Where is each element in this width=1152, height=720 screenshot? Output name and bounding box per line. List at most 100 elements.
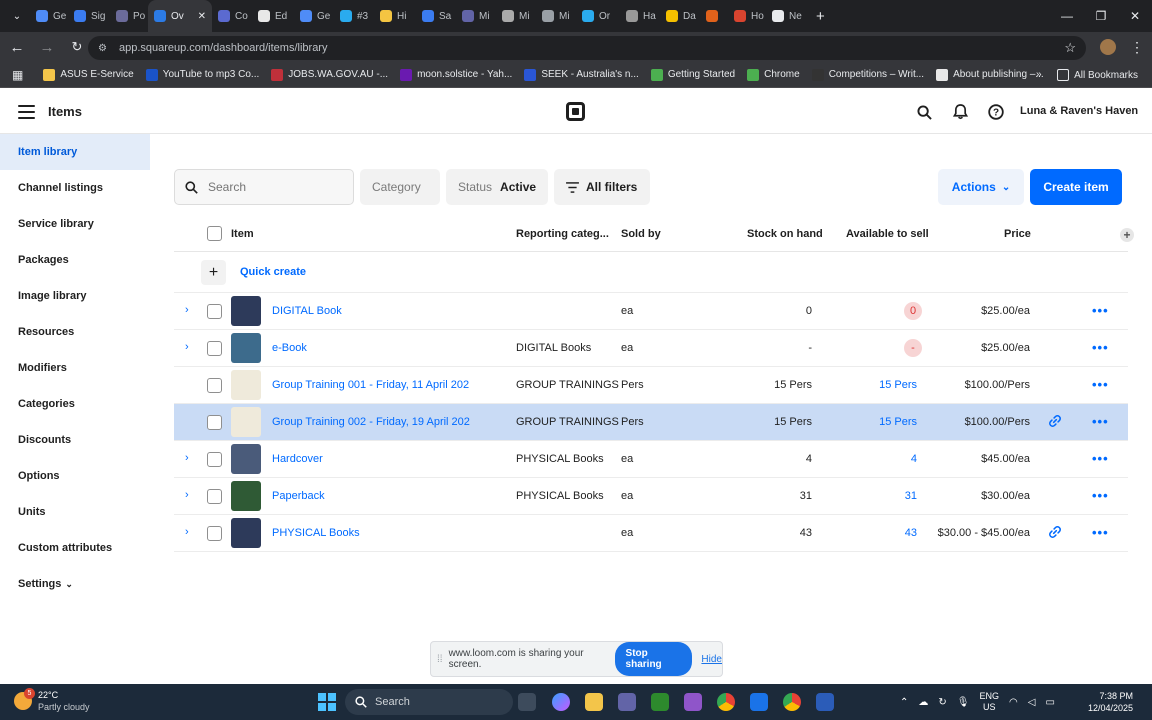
chevron-right-icon[interactable]: › [185,304,189,316]
more-options-icon[interactable]: ••• [1092,303,1109,318]
chevron-right-icon[interactable]: › [185,452,189,464]
browser-tab[interactable]: Ha [620,0,660,32]
sync-icon[interactable]: ↻ [938,697,946,708]
available-to-sell[interactable]: 15 Pers [879,379,917,391]
browser-tab[interactable]: Or [576,0,620,32]
wifi-icon[interactable]: ◠ [1009,697,1018,708]
app-icon[interactable] [684,693,702,711]
new-tab-button[interactable]: + [816,8,825,25]
table-row[interactable]: Group Training 001 - Friday, 11 April 20… [174,367,1128,404]
hide-button[interactable]: Hide [701,654,722,665]
search-field[interactable] [174,169,354,205]
browser-tab[interactable]: Co [212,0,252,32]
column-stock-on-hand[interactable]: Stock on hand [747,228,823,240]
sidebar-item-discounts[interactable]: Discounts [0,422,150,458]
item-name-link[interactable]: e-Book [272,342,307,354]
bookmark-item[interactable]: Chrome [741,62,806,88]
row-checkbox[interactable] [207,415,222,430]
browser-tab[interactable]: Po [110,0,148,32]
all-filters-button[interactable]: All filters [554,169,650,205]
browser-tab[interactable]: Mi [456,0,496,32]
minimize-button[interactable]: — [1050,0,1084,32]
bookmark-star-icon[interactable]: ☆ [1064,40,1076,56]
sidebar-item-resources[interactable]: Resources [0,314,150,350]
chrome-active-icon[interactable] [783,693,801,711]
browser-menu-icon[interactable]: ⋮ [1130,39,1144,56]
site-info-icon[interactable]: ⚙ [98,43,107,54]
category-filter-button[interactable]: Category [360,169,440,205]
browser-tab[interactable]: Ge [30,0,68,32]
xbox-icon[interactable] [651,693,669,711]
search-icon[interactable] [914,102,934,122]
browser-tab[interactable]: Ed [252,0,294,32]
file-explorer-icon[interactable] [518,693,536,711]
status-filter-button[interactable]: Status Active [446,169,548,205]
stock-on-hand[interactable]: 43 [800,527,812,539]
available-to-sell[interactable]: 15 Pers [879,416,917,428]
bell-icon[interactable] [950,102,970,122]
browser-tab[interactable]: Da [660,0,700,32]
stock-on-hand[interactable]: 0 [806,305,812,317]
actions-button[interactable]: Actions ⌄ [938,169,1024,205]
sidebar-item-settings[interactable]: Settings ⌄ [0,566,150,602]
sidebar-item-item-library[interactable]: Item library [0,134,150,170]
bookmark-item[interactable]: JOBS.WA.GOV.AU -... [265,62,394,88]
select-all-checkbox[interactable] [207,226,222,241]
more-options-icon[interactable]: ••• [1092,451,1109,466]
sidebar-item-modifiers[interactable]: Modifiers [0,350,150,386]
sidebar-item-custom-attributes[interactable]: Custom attributes [0,530,150,566]
column-sold-by[interactable]: Sold by [621,228,661,240]
bookmark-item[interactable]: Getting Started [645,62,741,88]
more-options-icon[interactable]: ••• [1092,525,1109,540]
row-checkbox[interactable] [207,489,222,504]
forward-icon[interactable]: → [34,34,60,60]
tab-close-icon[interactable]: ✕ [198,11,206,22]
quick-create-row[interactable]: + Quick create [174,252,1128,293]
square-logo-icon[interactable] [566,102,585,121]
browser-tab[interactable]: Hi [374,0,416,32]
table-row[interactable]: › Hardcover PHYSICAL Books ea 4 4 $45.00/ea ••• [174,441,1128,478]
chevron-right-icon[interactable]: › [185,341,189,353]
help-icon[interactable]: ? [986,102,1006,122]
copilot-icon[interactable] [552,693,570,711]
row-checkbox[interactable] [207,378,222,393]
table-row[interactable]: Group Training 002 - Friday, 19 April 20… [174,404,1128,441]
available-to-sell[interactable]: 0 [904,302,922,320]
browser-tab[interactable]: Mi [536,0,576,32]
more-options-icon[interactable]: ••• [1092,414,1109,429]
link-icon[interactable] [1048,414,1062,431]
item-name-link[interactable]: Group Training 001 - Friday, 11 April 20… [272,379,469,391]
stop-sharing-button[interactable]: Stop sharing [614,642,693,676]
sidebar-item-channel-listings[interactable]: Channel listings [0,170,150,206]
menu-icon[interactable] [18,105,35,119]
word-icon[interactable] [816,693,834,711]
browser-tab[interactable] [700,0,728,32]
available-to-sell[interactable]: - [904,339,922,357]
row-checkbox[interactable] [207,452,222,467]
item-name-link[interactable]: Group Training 002 - Friday, 19 April 20… [272,416,470,428]
browser-tab[interactable]: Ge [294,0,334,32]
sidebar-item-service-library[interactable]: Service library [0,206,150,242]
item-name-link[interactable]: DIGITAL Book [272,305,342,317]
bookmark-item[interactable]: YouTube to mp3 Co... [140,62,266,88]
browser-tab[interactable]: #3 [334,0,374,32]
bookmark-item[interactable]: moon.solstice - Yah... [394,62,518,88]
store-icon[interactable] [750,693,768,711]
item-name-link[interactable]: Hardcover [272,453,323,465]
apps-grid-icon[interactable]: ▦ [0,62,37,88]
chevron-up-icon[interactable]: ⌃ [900,697,908,708]
back-icon[interactable]: ← [4,34,30,60]
speaker-icon[interactable]: ◁ [1028,697,1036,708]
language-indicator[interactable]: ENG US [979,691,999,713]
tab-list-icon[interactable]: ⌄ [4,3,30,29]
stock-on-hand[interactable]: 31 [800,490,812,502]
row-checkbox[interactable] [207,526,222,541]
browser-tab[interactable]: Ho [728,0,766,32]
available-to-sell[interactable]: 4 [911,453,917,465]
microphone-icon[interactable]: 🎙 [957,697,970,708]
sidebar-item-categories[interactable]: Categories [0,386,150,422]
reload-icon[interactable]: ↻ [64,34,90,60]
column-item[interactable]: Item [231,228,254,240]
sidebar-item-options[interactable]: Options [0,458,150,494]
browser-tab[interactable]: Mi [496,0,536,32]
